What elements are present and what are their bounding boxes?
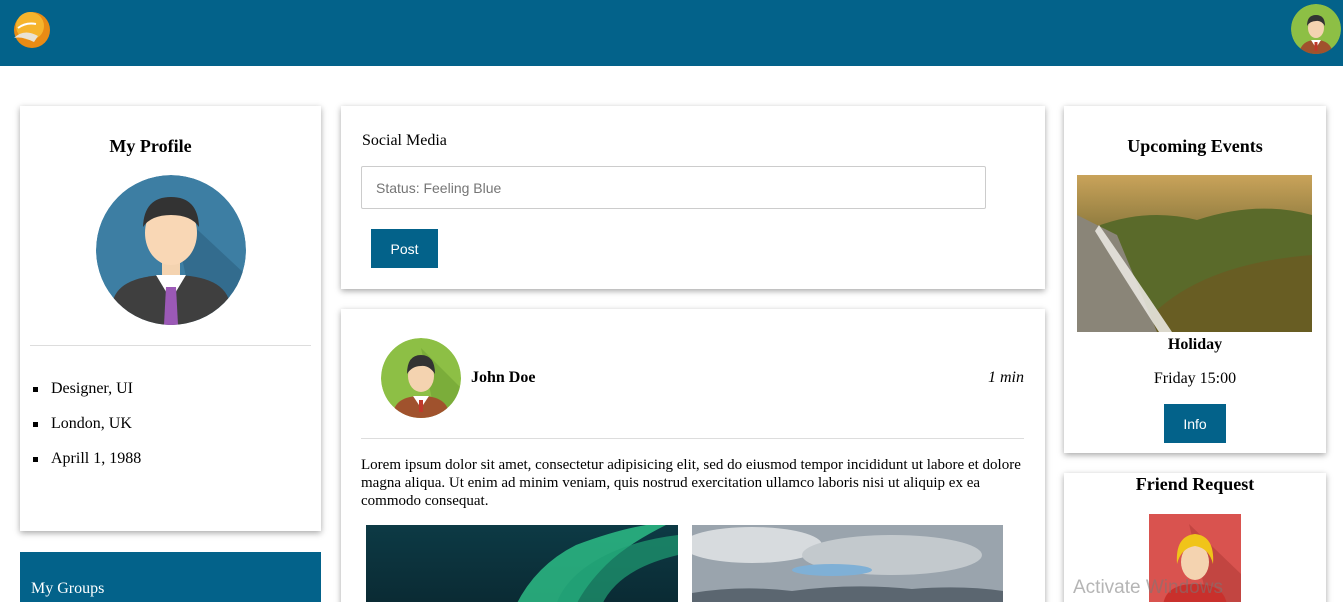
- my-groups-label: My Groups: [31, 580, 105, 597]
- post-timestamp: 1 min: [988, 369, 1024, 386]
- windows-activation-watermark: Activate Windows: [1073, 577, 1223, 598]
- user-avatar-icon[interactable]: [1291, 4, 1341, 54]
- app-logo-icon[interactable]: [10, 8, 52, 50]
- my-groups-accordion[interactable]: My Groups: [20, 552, 321, 602]
- post-photo-landscape[interactable]: [692, 525, 1003, 602]
- post-photo-aurora[interactable]: [366, 525, 678, 602]
- event-info-button[interactable]: Info: [1164, 404, 1226, 443]
- status-input[interactable]: [361, 166, 986, 209]
- profile-avatar-icon: [96, 175, 246, 325]
- social-media-label: Social Media: [362, 132, 447, 149]
- friend-request-title: Friend Request: [1135, 474, 1255, 494]
- event-time: Friday 15:00: [1153, 370, 1237, 387]
- event-name: Holiday: [1167, 336, 1223, 353]
- post-author-name[interactable]: John Doe: [471, 369, 535, 387]
- upcoming-events-title: Upcoming Events: [1127, 136, 1263, 156]
- profile-detail-location: London, UK: [32, 415, 141, 450]
- post-button[interactable]: Post: [371, 229, 438, 268]
- profile-title: My Profile: [109, 136, 192, 156]
- event-photo: [1077, 175, 1312, 332]
- profile-detail-job: Designer, UI: [32, 380, 141, 415]
- post-divider: [361, 438, 1024, 439]
- post-author-avatar-icon[interactable]: [381, 338, 461, 418]
- profile-divider: [30, 345, 311, 346]
- top-navigation-bar: [0, 0, 1343, 66]
- profile-details-list: Designer, UI London, UK Aprill 1, 1988: [32, 380, 141, 485]
- post-body-text: Lorem ipsum dolor sit amet, consectetur …: [361, 457, 1021, 509]
- profile-detail-birthday: Aprill 1, 1988: [32, 450, 141, 485]
